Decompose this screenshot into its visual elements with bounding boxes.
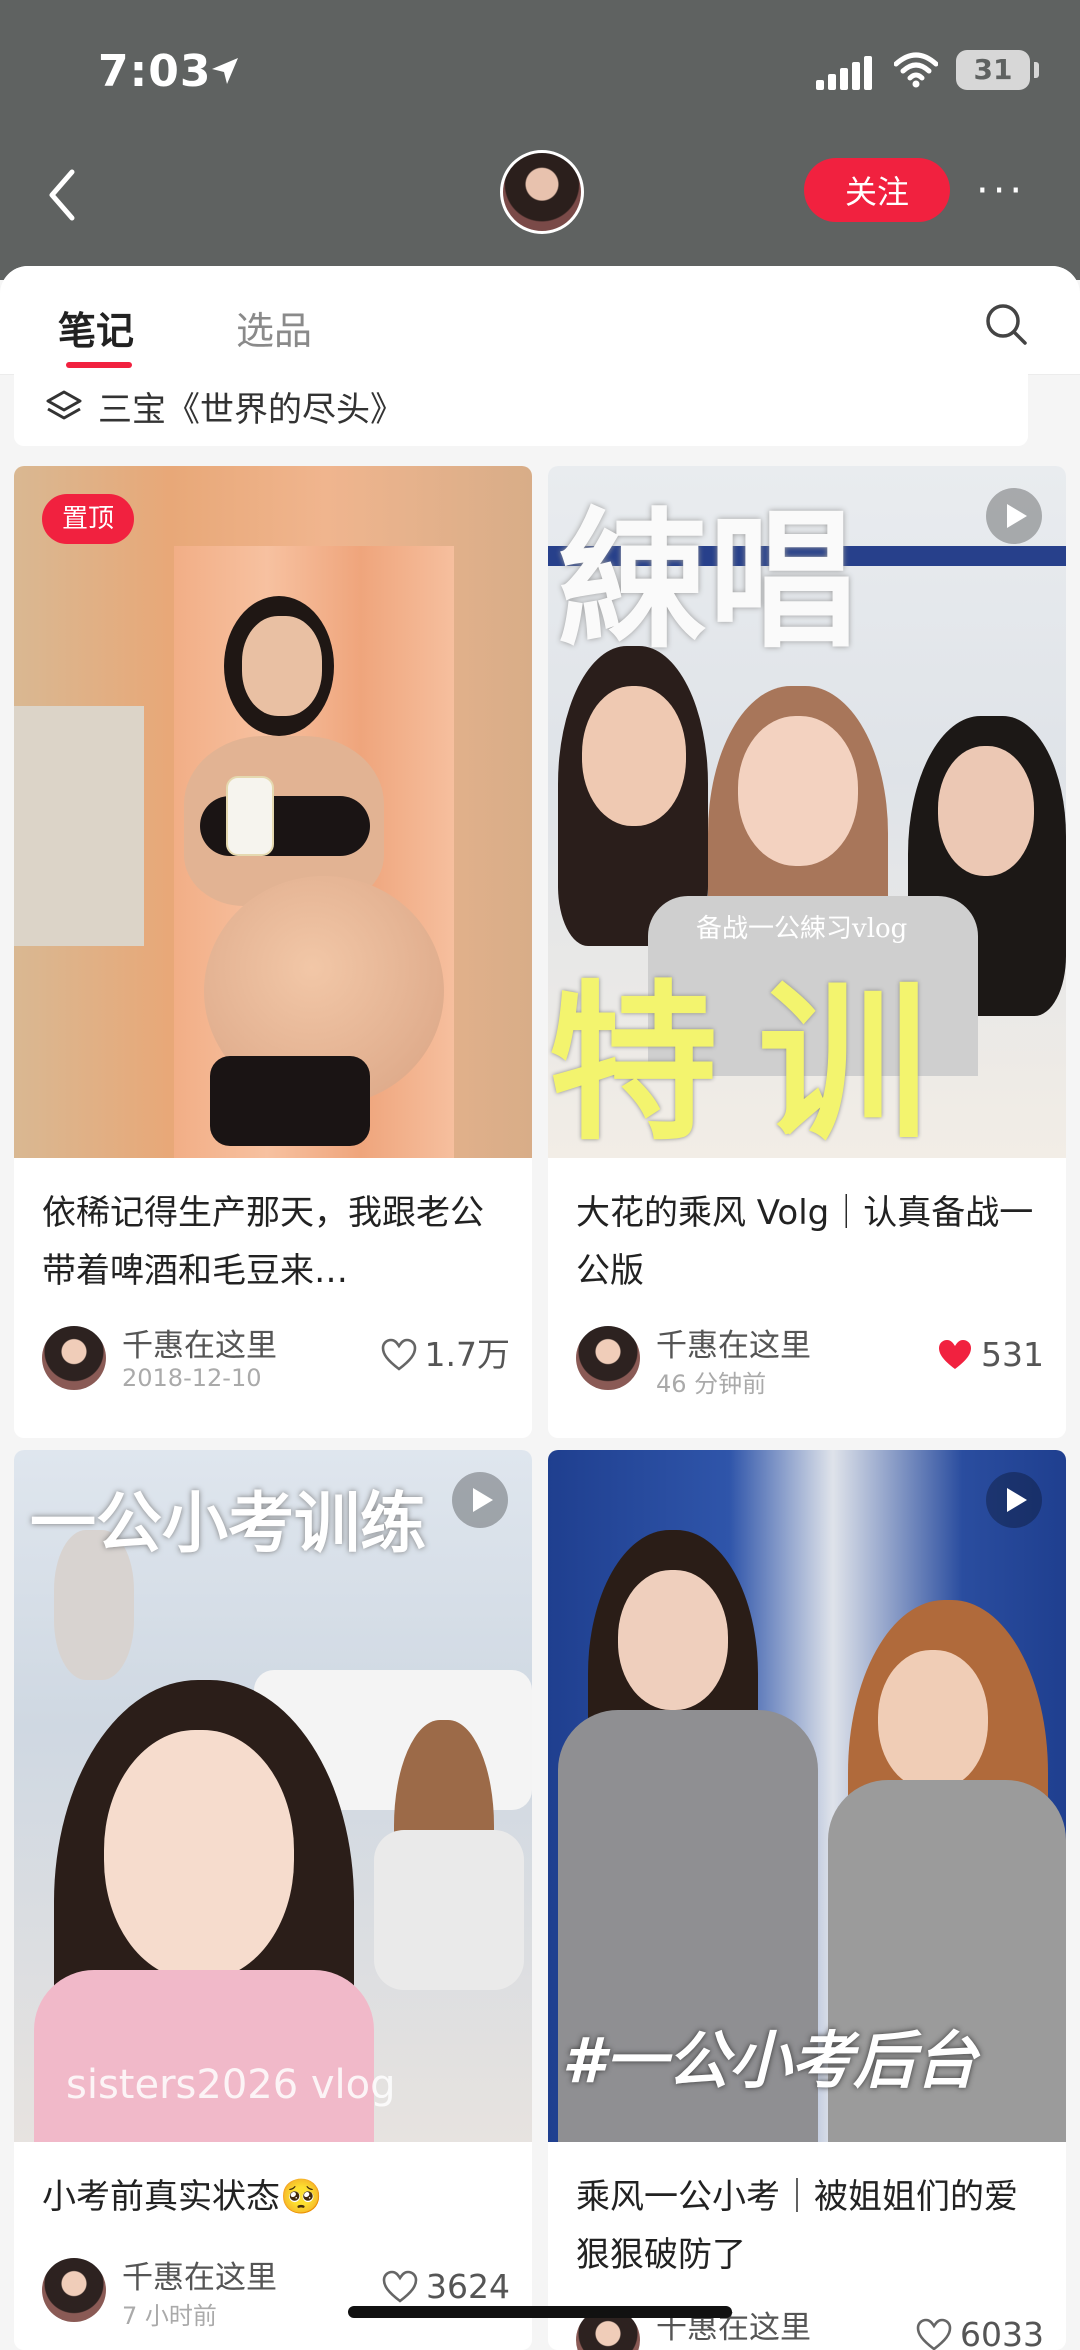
home-indicator[interactable] [348,2306,732,2318]
heart-filled-icon [939,1340,971,1369]
face [878,1650,988,1790]
battery-icon: 31 [956,50,1030,90]
tab-notes[interactable]: 笔记 [58,300,134,355]
like-button[interactable]: 6033 [916,2312,1044,2350]
video-play-icon [986,1472,1042,1528]
cover-overlay-text: 一公小考训练 [30,1485,426,1562]
note-card[interactable]: 一公小考训练 sisters2026 vlog 小考前真实状态🥺 千惠在这里 7… [14,1450,532,2350]
more-options-icon[interactable]: ··· [976,168,1026,214]
signal-bar-icon [840,68,848,90]
note-title: 乘风一公小考｜被姐姐们的爱狠狠破防了 [576,2177,1018,2275]
baby-bottle [226,776,274,856]
signal-bar-icon [816,80,824,90]
clothes [34,1970,374,2142]
location-arrow-icon [212,58,238,84]
like-count: 3624 [426,2267,510,2306]
signal-bar-icon [852,62,860,90]
author-name[interactable]: 千惠在这里 [122,1320,277,1365]
follow-button[interactable]: 关注 [804,158,950,222]
status-time: 7:03 [98,46,212,97]
signal-bar-icon [828,74,836,90]
video-play-icon [452,1472,508,1528]
back-arrow-icon[interactable] [44,168,80,222]
heart-outline-icon [382,2270,418,2303]
note-card[interactable]: 綀唱 备战一公綀习vlog 特训 大花的乘风 Volg｜认真备战一公版 千惠在这… [548,466,1066,1438]
author-avatar[interactable] [576,1326,640,1390]
tab-products[interactable]: 选品 [236,300,312,355]
layers-icon [46,390,82,420]
like-button[interactable]: 3624 [382,2264,510,2310]
battery-tip [1034,62,1039,78]
like-count: 1.7万 [424,1335,510,1374]
like-count: 6033 [960,2315,1044,2350]
face [104,1730,294,1980]
note-card[interactable]: 置顶 依稀记得生产那天，我跟老公带着啤酒和毛豆来… 千惠在这里 2018-12-… [14,466,532,1438]
cover-overlay-subtext: sisters2026 vlog [66,2062,396,2108]
note-cover-image[interactable]: #一公小考后台 [548,1450,1066,2142]
search-icon[interactable] [984,302,1028,346]
cabinet [14,706,144,946]
collection-row[interactable]: 三宝《世界的尽头》 [14,374,1028,446]
author-avatar[interactable] [42,2258,106,2322]
face [582,686,686,826]
face [938,746,1034,876]
note-title: 小考前真实状态🥺 [42,2177,323,2217]
top-header: 7:03 31 关注 ··· [0,0,1080,280]
like-count: 531 [981,1335,1044,1374]
note-cover-image[interactable]: 置顶 [14,466,532,1158]
heart-outline-icon [916,2318,952,2350]
author-name[interactable]: 千惠在这里 [122,2252,277,2297]
cover-overlay-text: 特训 [548,966,969,1158]
author-name[interactable]: 千惠在这里 [656,1320,811,1365]
pinned-badge: 置顶 [42,494,134,544]
signal-bar-icon [864,56,872,90]
note-title: 依稀记得生产那天，我跟老公带着啤酒和毛豆来… [42,1193,484,1291]
author-avatar[interactable] [42,1326,106,1390]
post-time: 46 分钟前 [656,1370,767,1398]
face [242,616,322,716]
profile-avatar[interactable] [500,150,584,234]
clothes [374,1830,524,1990]
heart-outline-icon [381,1338,416,1371]
like-button[interactable]: 531 [939,1332,1044,1378]
cover-overlay-text: #一公小考后台 [562,2024,978,2097]
cover-overlay-text: 綀唱 [558,495,859,669]
note-cover-image[interactable]: 一公小考训练 sisters2026 vlog [14,1450,532,2142]
face [618,1570,728,1710]
note-card[interactable]: #一公小考后台 乘风一公小考｜被姐姐们的爱狠狠破防了 千惠在这里 6033 [548,1450,1066,2350]
note-title: 大花的乘风 Volg｜认真备战一公版 [576,1193,1034,1291]
post-time: 2018-12-10 [122,1364,262,1392]
active-tab-indicator [66,362,132,368]
video-play-icon [986,488,1042,544]
note-cover-image[interactable]: 綀唱 备战一公綀习vlog 特训 [548,466,1066,1158]
status-icons: 31 [816,50,1040,90]
like-button[interactable]: 1.7万 [381,1332,510,1378]
face [738,716,858,866]
lower-garment [210,1056,370,1146]
collection-title: 三宝《世界的尽头》 [98,390,404,430]
post-time: 7 小时前 [122,2302,217,2330]
tab-bar: 笔记 选品 [0,266,1080,375]
wifi-icon [894,52,938,88]
